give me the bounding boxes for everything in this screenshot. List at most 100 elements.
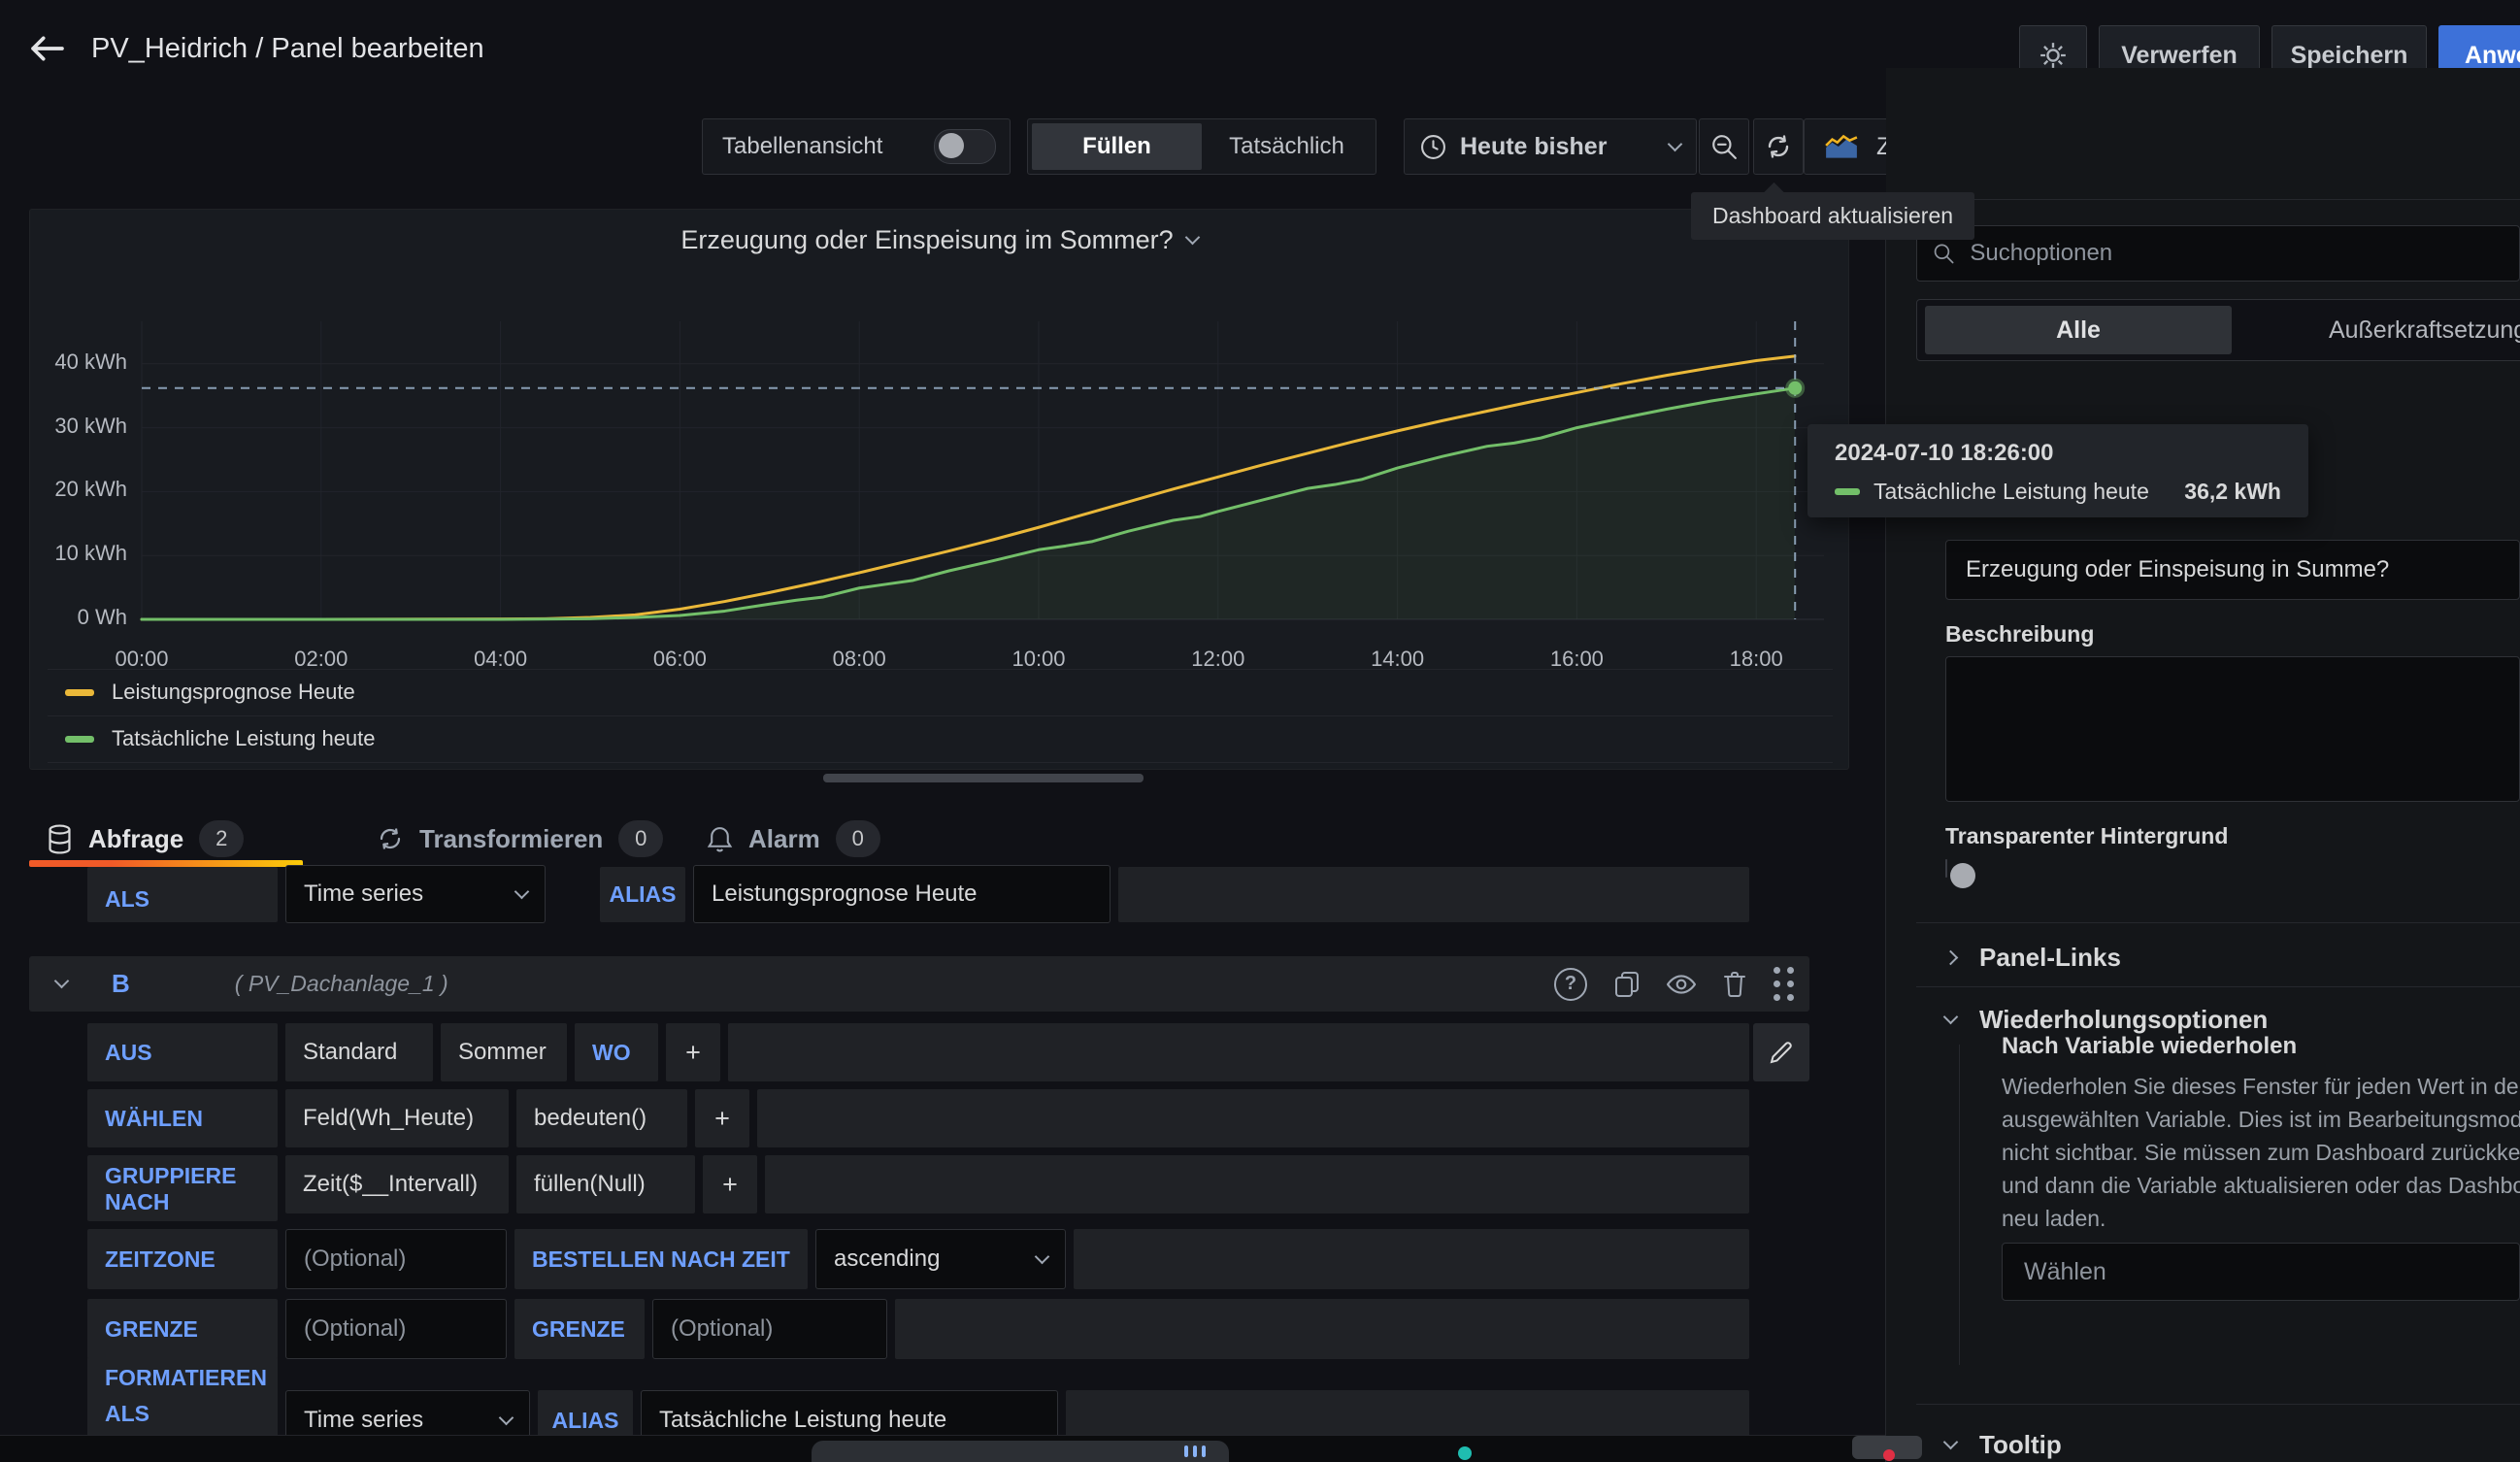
options-filter: Alle Außerkraftsetzungen <box>1916 299 2520 361</box>
transparent-bg-toggle[interactable] <box>1945 859 1947 878</box>
select-field[interactable]: Feld(Wh_Heute) <box>285 1089 509 1147</box>
section-guide-line <box>1959 1045 1960 1365</box>
limit-input[interactable] <box>285 1299 507 1359</box>
search-input[interactable] <box>1968 239 2503 268</box>
select-value: Time series <box>304 1407 423 1434</box>
query-ref: B <box>112 969 130 999</box>
zoom-out-icon <box>1710 133 1738 160</box>
select-function[interactable]: bedeuten() <box>516 1089 687 1147</box>
legend-label[interactable]: Tatsächliche Leistung heute <box>112 726 376 751</box>
filter-overrides[interactable]: Außerkraftsetzungen <box>2238 306 2520 354</box>
options-search[interactable] <box>1916 225 2520 282</box>
status-dot-red <box>1883 1449 1895 1461</box>
query-name: ( PV_Dachanlage_1 ) <box>235 971 448 997</box>
search-icon <box>1933 242 1954 265</box>
from-label: AUS <box>87 1023 278 1081</box>
duplicate-icon[interactable] <box>1614 970 1640 999</box>
refresh-icon <box>1765 133 1792 160</box>
orderby-select[interactable]: ascending <box>815 1229 1066 1289</box>
tab-label: Transformieren <box>419 824 603 854</box>
desc-line: neu laden. <box>2002 1202 2520 1235</box>
groupby-time[interactable]: Zeit($__Intervall) <box>285 1155 509 1213</box>
panel-title-menu[interactable]: Erzeugung oder Einspeisung im Sommer? <box>30 225 1848 255</box>
where-label: WO <box>575 1023 658 1081</box>
groupby-fill[interactable]: füllen(Null) <box>516 1155 695 1213</box>
chevron-down-icon <box>1184 230 1200 246</box>
format-label: FORMATIEREN ALS <box>87 1357 278 1439</box>
chart-tooltip: 2024-07-10 18:26:00 Tatsächliche Leistun… <box>1807 424 2308 517</box>
pane-divider <box>1885 199 1886 1462</box>
collapse-chevron-icon[interactable] <box>54 974 70 989</box>
status-dot-teal <box>1458 1446 1472 1460</box>
time-range-picker[interactable]: Heute bisher <box>1404 118 1697 175</box>
chevron-down-icon <box>499 1410 514 1425</box>
from-measurement[interactable]: Sommer <box>441 1023 567 1081</box>
tab-label: Abfrage <box>88 824 183 854</box>
repeat-description: Wiederholen Sie dieses Fenster für jeden… <box>2002 1070 2520 1237</box>
repeat-variable-select[interactable]: Wählen <box>2002 1243 2520 1301</box>
query-a-alias-input[interactable] <box>693 865 1111 923</box>
panel-resize-handle[interactable] <box>823 774 1144 782</box>
row-filler <box>765 1155 1749 1213</box>
tab-abfrage[interactable]: Abfrage 2 <box>47 815 244 862</box>
timeseries-viz-icon <box>1824 133 1859 160</box>
filter-all[interactable]: Alle <box>1925 306 2232 354</box>
zoom-out-button[interactable] <box>1699 118 1749 175</box>
row-filler <box>895 1299 1749 1359</box>
divider <box>1916 986 2520 987</box>
transparent-bg-label: Transparenter Hintergrund <box>1945 823 2228 849</box>
bell-icon <box>707 825 733 853</box>
chart-svg[interactable] <box>59 314 1836 634</box>
gear-icon <box>2039 41 2068 70</box>
timezone-label: ZEITZONE <box>87 1229 278 1289</box>
trash-icon[interactable] <box>1723 970 1746 999</box>
drag-handle-icon[interactable] <box>1774 967 1794 1001</box>
query-b-header[interactable]: B ( PV_Dachanlage_1 ) ? <box>29 956 1809 1012</box>
from-policy[interactable]: Standard <box>285 1023 433 1081</box>
tooltip-section[interactable]: Tooltip <box>1945 1423 2489 1462</box>
timezone-input[interactable] <box>285 1229 507 1289</box>
chevron-down-icon <box>1943 1434 1959 1449</box>
legend-item[interactable]: Leistungsprognose Heute <box>65 670 355 714</box>
fill-option[interactable]: Füllen <box>1032 123 1202 170</box>
add-select-button[interactable]: + <box>695 1089 749 1147</box>
actual-option[interactable]: Tatsächlich <box>1202 123 1372 170</box>
transform-icon <box>377 825 404 852</box>
eye-icon[interactable] <box>1667 974 1696 995</box>
panel-links-section[interactable]: Panel-Links <box>1945 936 2489 979</box>
table-view-group: Tabellenansicht <box>702 118 1011 175</box>
edit-query-button[interactable] <box>1753 1023 1809 1081</box>
add-where-button[interactable]: + <box>666 1023 720 1081</box>
refresh-tooltip: Dashboard aktualisieren <box>1691 192 1974 240</box>
panel-title-input[interactable] <box>1945 540 2520 600</box>
table-view-label: Tabellenansicht <box>722 133 882 160</box>
limit-label: GRENZE <box>87 1299 278 1359</box>
description-textarea[interactable] <box>1945 656 2520 802</box>
tab-transformieren[interactable]: Transformieren 0 <box>377 815 663 862</box>
format-label-line1: FORMATIEREN <box>105 1365 267 1391</box>
repeat-by-variable-label: Nach Variable wiederholen <box>2002 1033 2297 1060</box>
tooltip-series-label: Tatsächliche Leistung heute <box>1873 479 2149 505</box>
refresh-button[interactable] <box>1753 118 1804 175</box>
grafana-panel-edit: PV_Heidrich / Panel bearbeiten Verwerfen… <box>0 0 2520 1462</box>
chart-panel: Erzeugung oder Einspeisung im Sommer? 0 … <box>29 209 1849 770</box>
section-title: Panel-Links <box>1979 943 2121 973</box>
tab-alarm[interactable]: Alarm 0 <box>707 815 880 862</box>
legend-item[interactable]: Tatsächliche Leistung heute <box>65 716 376 761</box>
query-a-filler <box>1118 867 1749 922</box>
table-view-toggle[interactable] <box>934 129 996 164</box>
chevron-down-icon <box>1943 1009 1959 1024</box>
add-groupby-button[interactable]: + <box>703 1155 757 1213</box>
slimit-label: GRENZE <box>514 1299 645 1359</box>
groupby-label-line2: NACH <box>105 1189 169 1215</box>
row-filler <box>1074 1229 1749 1289</box>
tab-label: Alarm <box>748 824 820 854</box>
tab-count-badge: 0 <box>836 820 880 857</box>
query-a-format-select[interactable]: Time series <box>285 865 546 923</box>
help-icon[interactable]: ? <box>1554 968 1587 1001</box>
slimit-input[interactable] <box>652 1299 887 1359</box>
back-button[interactable] <box>27 27 74 70</box>
legend-label[interactable]: Leistungsprognose Heute <box>112 680 355 705</box>
section-title: Wiederholungsoptionen <box>1979 1005 2268 1035</box>
desc-line: Wiederholen Sie dieses Fenster für jeden… <box>2002 1070 2520 1103</box>
